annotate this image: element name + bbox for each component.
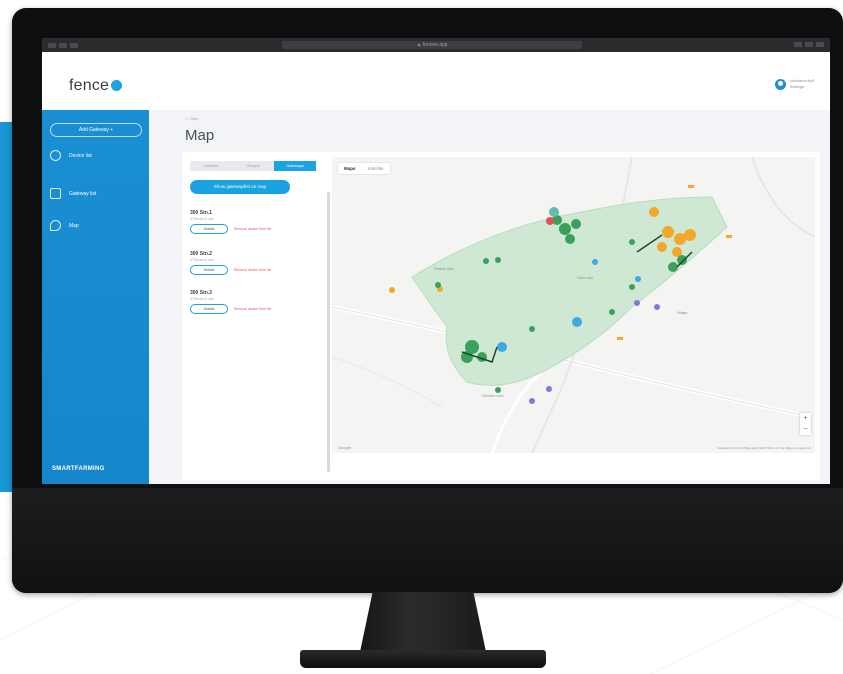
- map-card: Devices Groups Gateways Show gateway/lis…: [182, 152, 820, 480]
- folder-icon: [50, 188, 61, 199]
- sidebar-item-gateway-list[interactable]: Gateway list: [50, 188, 96, 199]
- user-menu[interactable]: vaultsecurity5 Settings: [774, 78, 814, 90]
- logo-text: fence: [69, 77, 110, 94]
- svg-text:Field road: Field road: [577, 276, 593, 280]
- svg-text:Pasture lane: Pasture lane: [434, 267, 454, 271]
- logo-dot-icon: [111, 80, 123, 91]
- map-pin-icon: [50, 220, 61, 231]
- herd-name: 300 Stn.3: [190, 290, 212, 296]
- list-tabs: Devices Groups Gateways: [190, 161, 316, 171]
- monitor-chin: [12, 488, 843, 593]
- svg-text:Village: Village: [677, 311, 687, 315]
- monitor-stand-neck: [360, 592, 486, 652]
- map-attribution[interactable]: Keyboard shortcuts Map data ©2022 Terms …: [717, 446, 811, 450]
- monitor-stand-base: [300, 650, 546, 668]
- breadcrumb[interactable]: ⌂ › Map: [185, 116, 199, 121]
- sidebar: Add Gateway + Device list Gateway list M…: [42, 110, 149, 484]
- list-item: 300 Stn.1 0 Pieces in use Details Remove…: [190, 210, 271, 234]
- sidebar-item-map[interactable]: Map: [50, 220, 79, 231]
- details-button[interactable]: Details: [190, 265, 228, 275]
- smartfarming-logo: SMARTFARMING: [52, 466, 105, 472]
- add-gateway-button[interactable]: Add Gateway +: [50, 123, 142, 137]
- remove-link[interactable]: Remove device from list: [234, 307, 271, 311]
- list-item: 300 Stn.3 0 Pieces in use Details Remove…: [190, 290, 271, 314]
- browser-toolbar: ▲ fencee.app: [42, 38, 830, 52]
- red-pin[interactable]: [546, 217, 554, 225]
- map-view[interactable]: Pasture lane Field road Old farm road Vi…: [332, 157, 815, 453]
- herd-subtitle: 0 Pieces in use: [190, 297, 214, 301]
- remove-link[interactable]: Remove device from list: [234, 227, 271, 231]
- window-controls[interactable]: [48, 42, 78, 48]
- svg-text:Old farm road: Old farm road: [482, 394, 503, 398]
- tab-satellite[interactable]: Satellite: [362, 163, 390, 174]
- address-bar[interactable]: ▲ fencee.app: [282, 41, 582, 49]
- tab-groups[interactable]: Groups: [232, 161, 274, 171]
- details-button[interactable]: Details: [190, 304, 228, 314]
- show-on-map-button[interactable]: Show gateway/list on map: [190, 180, 290, 194]
- sidebar-item-label: Map: [69, 222, 79, 229]
- zoom-in-button[interactable]: +: [800, 413, 811, 424]
- avatar[interactable]: [774, 78, 786, 90]
- tab-gateways[interactable]: Gateways: [274, 161, 316, 171]
- page-title: Map: [185, 127, 215, 144]
- herd-subtitle: 0 Pieces in use: [190, 217, 214, 221]
- google-logo: Google: [338, 445, 351, 450]
- app-header: fence vaultsecurity5 Settings: [42, 52, 830, 111]
- tab-maps[interactable]: Maps: [338, 163, 362, 174]
- user-role: Settings: [789, 84, 804, 89]
- zoom-out-button[interactable]: −: [800, 424, 811, 435]
- browser-actions[interactable]: [794, 42, 824, 47]
- sidebar-item-device-list[interactable]: Device list: [50, 150, 92, 161]
- main-content: ⌂ › Map Map Devices Groups Gateways Show…: [149, 110, 830, 484]
- herd-name: 300 Stn.1: [190, 210, 212, 216]
- list-scrollbar[interactable]: [327, 192, 330, 472]
- map-canvas[interactable]: Pasture lane Field road Old farm road Vi…: [332, 157, 815, 453]
- screen: ▲ fencee.app fence vaultsecurity5 Settin…: [42, 38, 830, 484]
- gear-icon: [50, 150, 61, 161]
- herd-subtitle: 0 Pieces in use: [190, 258, 214, 262]
- teal-pin[interactable]: [549, 207, 559, 217]
- list-item: 300 Stn.2 0 Pieces in use Details Remove…: [190, 251, 271, 275]
- map-type-tabs: Maps Satellite: [338, 163, 390, 174]
- details-button[interactable]: Details: [190, 224, 228, 234]
- zoom-control: + −: [800, 413, 811, 435]
- herd-name: 300 Stn.2: [190, 251, 212, 257]
- app-logo[interactable]: fence: [69, 77, 123, 95]
- tab-devices[interactable]: Devices: [190, 161, 232, 171]
- sidebar-item-label: Device list: [69, 152, 92, 159]
- remove-link[interactable]: Remove device from list: [234, 268, 271, 272]
- sidebar-item-label: Gateway list: [69, 190, 97, 197]
